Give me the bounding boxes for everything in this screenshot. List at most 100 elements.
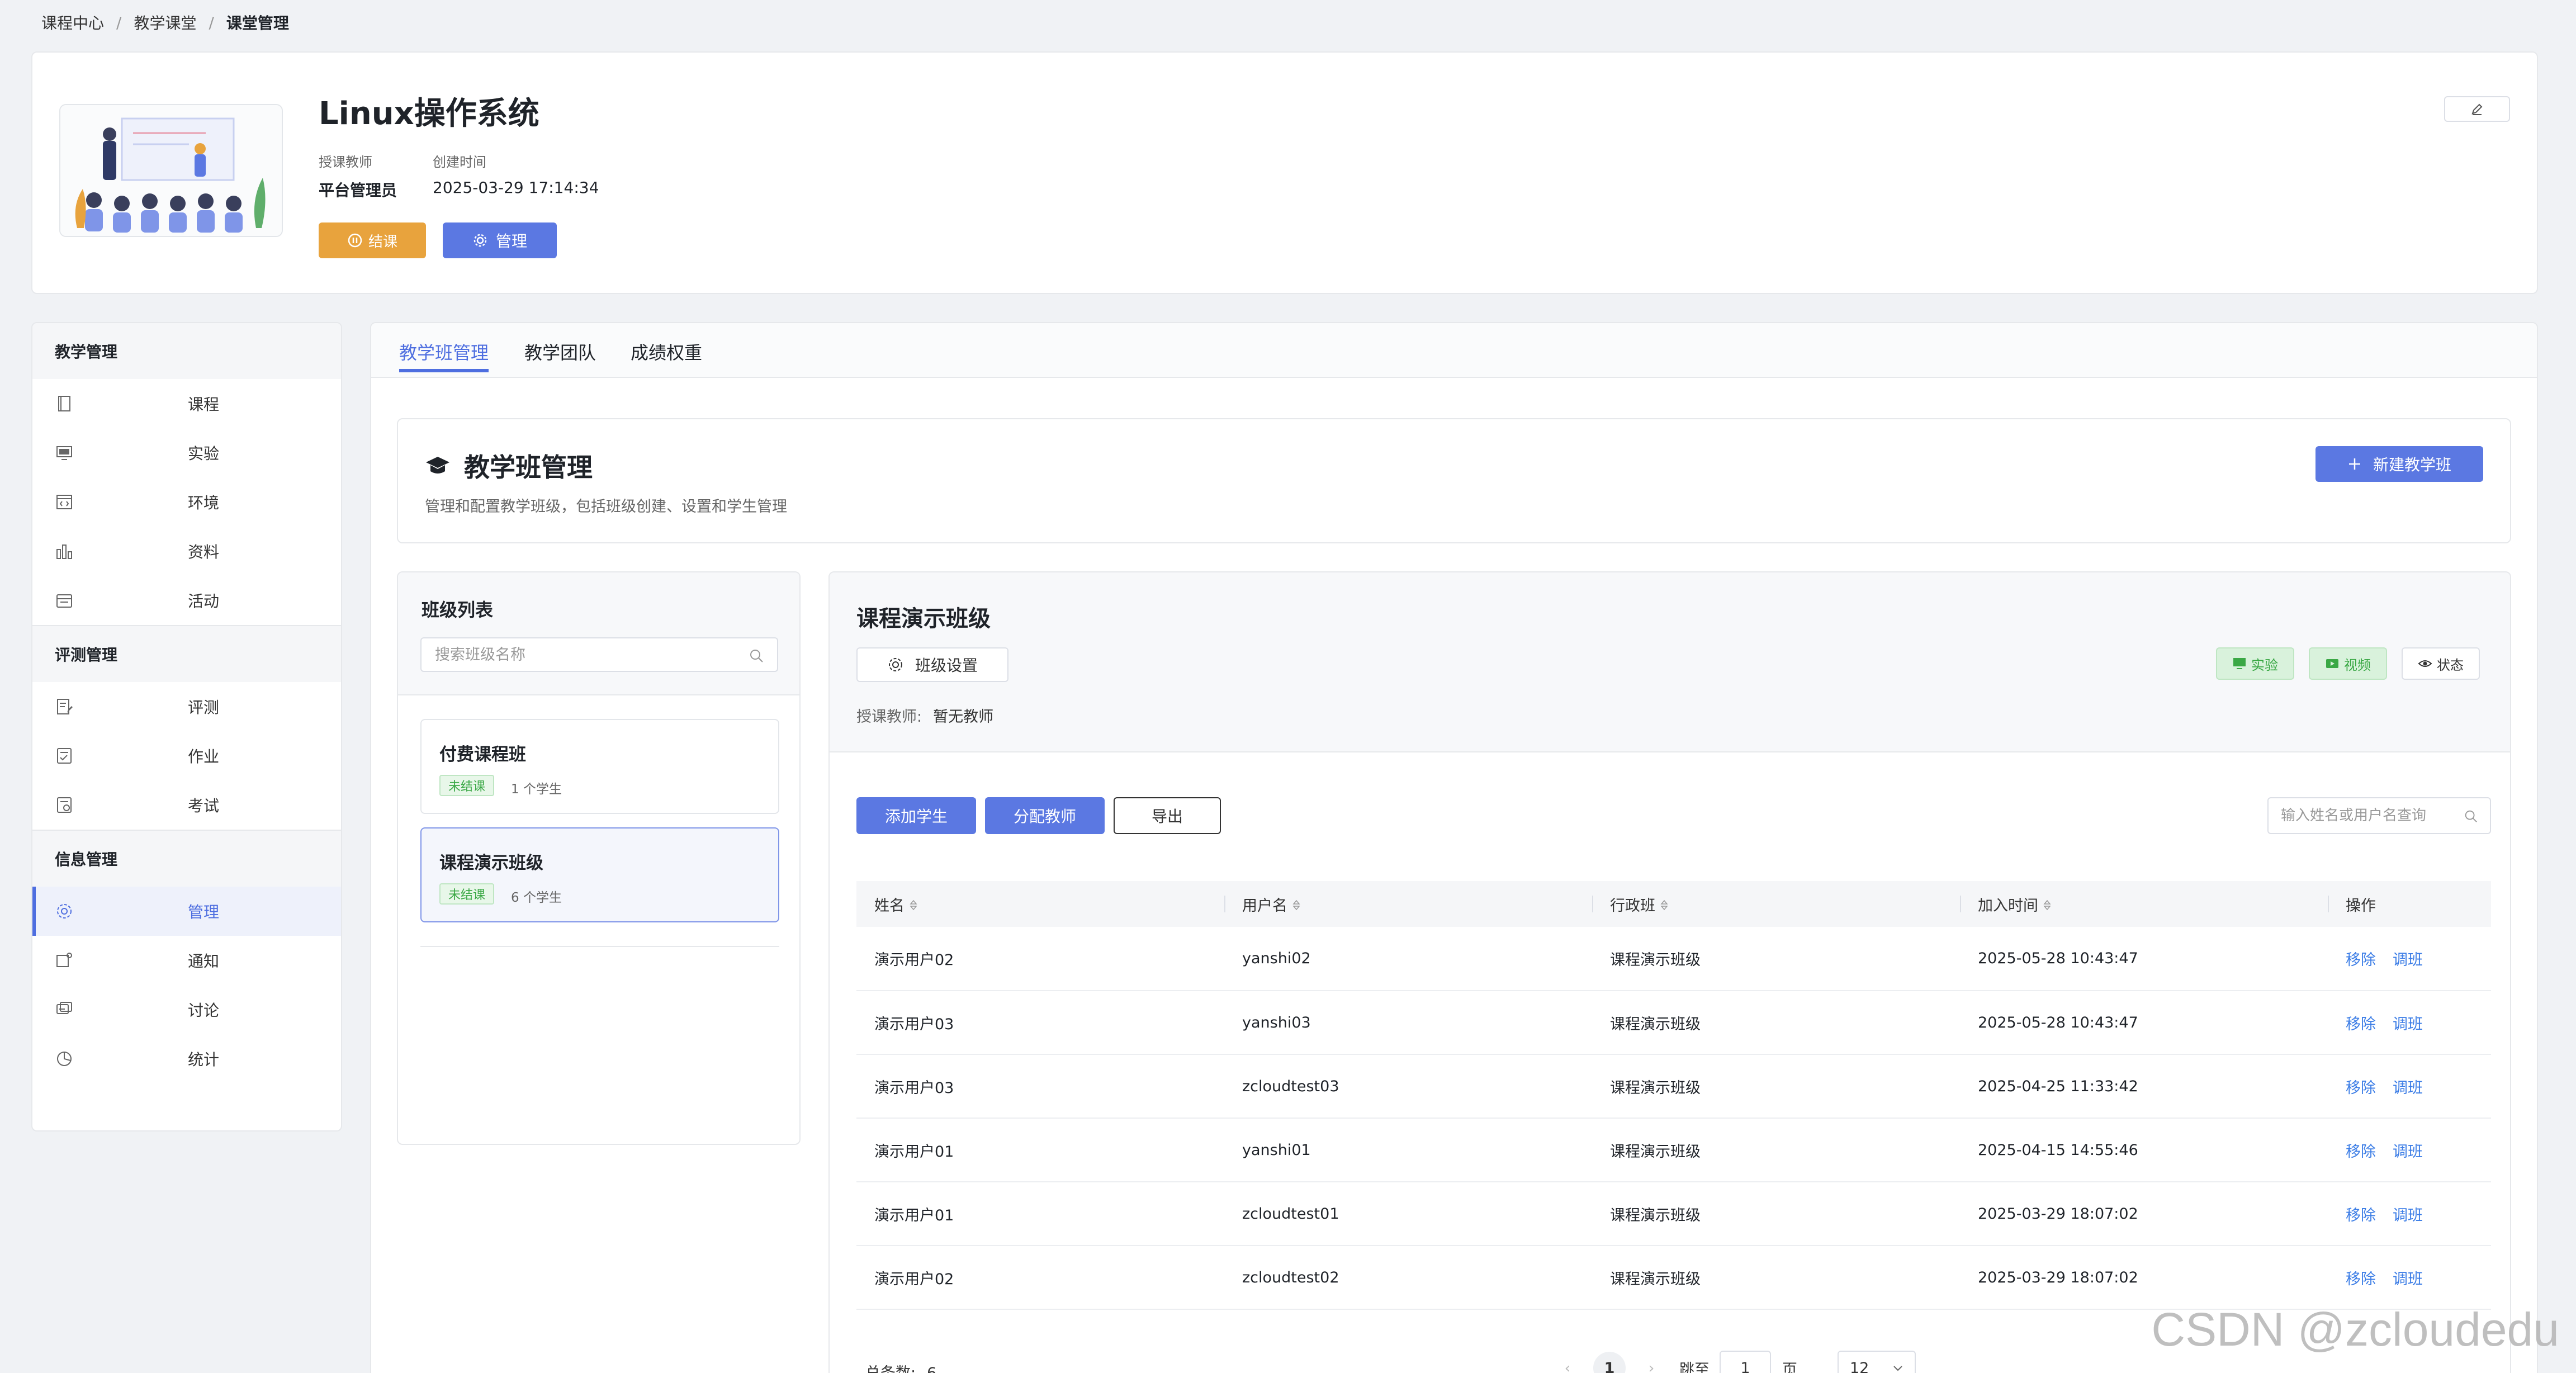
class-search-input[interactable] xyxy=(435,646,737,664)
class-list-item[interactable]: 付费课程班 未结课 1 个学生 xyxy=(420,719,779,814)
transfer-link[interactable]: 调班 xyxy=(2393,1143,2423,1161)
sidebar-item-manage[interactable]: 管理 xyxy=(32,887,341,936)
transfer-link[interactable]: 调班 xyxy=(2393,1271,2423,1288)
cell-join-time: 2025-03-29 18:07:02 xyxy=(1960,1182,2328,1246)
search-icon[interactable] xyxy=(748,647,765,664)
sidebar-item-label: 评测 xyxy=(188,698,220,717)
class-settings-button[interactable]: 班级设置 xyxy=(856,647,1008,682)
add-student-button[interactable]: 添加学生 xyxy=(856,797,976,834)
end-course-label: 结课 xyxy=(368,233,397,250)
new-class-button[interactable]: 新建教学班 xyxy=(2315,446,2483,482)
sidebar-item-evaluation[interactable]: 评测 xyxy=(32,682,341,731)
list-divider xyxy=(420,946,779,947)
experiment-toggle[interactable]: 实验 xyxy=(2216,647,2294,680)
page-number-current[interactable]: 1 xyxy=(1593,1352,1626,1373)
gear-icon xyxy=(888,658,902,671)
sidebar-item-experiment[interactable]: 实验 xyxy=(32,428,341,477)
sidebar-item-exam[interactable]: 考试 xyxy=(32,780,341,830)
cell-actions: 移除 调班 xyxy=(2328,1118,2491,1182)
tab-grade-weight[interactable]: 成绩权重 xyxy=(631,339,702,364)
sort-icon[interactable] xyxy=(2043,898,2052,915)
transfer-link[interactable]: 调班 xyxy=(2393,1207,2423,1224)
sidebar-item-course[interactable]: 课程 xyxy=(32,379,341,428)
jump-page-input[interactable]: 1 xyxy=(1720,1351,1771,1373)
pagination: ‹ 1 › 跳至 1 页 12 xyxy=(1556,1348,1916,1373)
sidebar-item-materials[interactable]: 资料 xyxy=(32,527,341,576)
transfer-link[interactable]: 调班 xyxy=(2393,951,2423,969)
cell-join-time: 2025-03-29 18:07:02 xyxy=(1960,1246,2328,1310)
notification-icon xyxy=(56,953,72,967)
class-name: 付费课程班 xyxy=(439,745,526,765)
sort-icon[interactable] xyxy=(1292,898,1301,915)
table-header-row: 姓名 用户名 行政班 加入时间 操作 xyxy=(856,881,2491,927)
edit-course-button[interactable] xyxy=(2444,96,2510,122)
book-icon xyxy=(58,396,70,411)
sidebar-item-environment[interactable]: 环境 xyxy=(32,477,341,527)
exam-icon xyxy=(57,797,72,813)
sort-icon[interactable] xyxy=(1660,898,1669,915)
remove-link[interactable]: 移除 xyxy=(2346,1207,2376,1224)
sidebar: 教学管理 课程 实验 环境 资料 活动 评测管理 评测 作业 考试 信息管理 管… xyxy=(31,322,342,1131)
created-label: 创建时间 xyxy=(433,154,486,170)
next-page-icon[interactable]: › xyxy=(1640,1357,1663,1373)
sidebar-group-evaluation: 评测管理 xyxy=(32,626,341,682)
student-search-input[interactable] xyxy=(2281,807,2460,824)
remove-link[interactable]: 移除 xyxy=(2346,1016,2376,1033)
breadcrumb-current: 课堂管理 xyxy=(226,14,289,32)
remove-link[interactable]: 移除 xyxy=(2346,1143,2376,1161)
breadcrumb-teaching-class[interactable]: 教学课堂 xyxy=(134,11,196,34)
tab-class-management[interactable]: 教学班管理 xyxy=(399,339,489,372)
chat-icon xyxy=(56,1002,72,1014)
prev-page-icon[interactable]: ‹ xyxy=(1556,1357,1579,1373)
intro-description: 管理和配置教学班级，包括班级创建、设置和学生管理 xyxy=(425,498,787,515)
class-teacher-info: 授课教师: 暂无教师 xyxy=(856,704,993,726)
column-header-join-time[interactable]: 加入时间 xyxy=(1960,881,2328,927)
class-name: 课程演示班级 xyxy=(439,853,543,873)
sidebar-item-activity[interactable]: 活动 xyxy=(32,576,341,625)
export-button[interactable]: 导出 xyxy=(1114,797,1221,834)
remove-link[interactable]: 移除 xyxy=(2346,1271,2376,1288)
cell-name: 演示用户02 xyxy=(856,927,1224,991)
sidebar-item-statistics[interactable]: 统计 xyxy=(32,1034,341,1083)
column-header-username[interactable]: 用户名 xyxy=(1224,881,1592,927)
video-toggle[interactable]: 视频 xyxy=(2309,647,2387,680)
breadcrumb-course-center[interactable]: 课程中心 xyxy=(41,11,104,34)
sidebar-item-discussion[interactable]: 讨论 xyxy=(32,985,341,1034)
pagination-total: 总条数: 6 xyxy=(865,1361,936,1373)
assign-teacher-button[interactable]: 分配教师 xyxy=(985,797,1105,834)
edit-document-icon xyxy=(57,699,73,714)
end-course-button[interactable]: 结课 xyxy=(319,222,426,258)
column-header-admin-class[interactable]: 行政班 xyxy=(1592,881,1960,927)
course-header-card: Linux操作系统 授课教师 平台管理员 创建时间 2025-03-29 17:… xyxy=(31,51,2538,294)
status-toggle[interactable]: 状态 xyxy=(2402,647,2480,680)
class-list-item-active[interactable]: 课程演示班级 未结课 6 个学生 xyxy=(420,827,779,922)
transfer-link[interactable]: 调班 xyxy=(2393,1016,2423,1033)
video-label: 视频 xyxy=(2344,657,2371,673)
cell-join-time: 2025-04-15 14:55:46 xyxy=(1960,1118,2328,1182)
tab-teaching-team[interactable]: 教学团队 xyxy=(524,339,596,364)
cell-name: 演示用户03 xyxy=(856,991,1224,1055)
column-header-name[interactable]: 姓名 xyxy=(856,881,1224,927)
sidebar-item-homework[interactable]: 作业 xyxy=(32,731,341,780)
sidebar-item-notice[interactable]: 通知 xyxy=(32,936,341,985)
class-detail-panel: 课程演示班级 班级设置 授课教师: 暂无教师 实验 视频 状态 添加学生 分配教师 xyxy=(828,571,2511,1373)
class-detail-header: 课程演示班级 班级设置 授课教师: 暂无教师 实验 视频 状态 xyxy=(830,572,2510,752)
cell-name: 演示用户02 xyxy=(856,1246,1224,1310)
manage-course-button[interactable]: 管理 xyxy=(443,222,557,258)
page-size-select[interactable]: 12 xyxy=(1838,1351,1916,1373)
status-label: 状态 xyxy=(2437,657,2464,673)
sidebar-group-teaching: 教学管理 xyxy=(32,323,341,379)
cell-name: 演示用户03 xyxy=(856,1054,1224,1119)
student-table: 姓名 用户名 行政班 加入时间 操作 演示用户02 yanshi02 课程演示班… xyxy=(856,881,2491,1310)
search-icon[interactable] xyxy=(2463,808,2479,824)
remove-link[interactable]: 移除 xyxy=(2346,1080,2376,1097)
gear-icon xyxy=(473,234,487,247)
main-panel: 教学班管理 教学团队 成绩权重 教学班管理 管理和配置教学班级，包括班级创建、设… xyxy=(370,322,2538,1373)
sort-icon[interactable] xyxy=(909,898,918,915)
transfer-link[interactable]: 调班 xyxy=(2393,1080,2423,1097)
calendar-icon xyxy=(56,594,72,608)
cell-actions: 移除 调班 xyxy=(2328,1246,2491,1310)
breadcrumb: 课程中心 / 教学课堂 / 课堂管理 xyxy=(41,11,289,34)
cell-actions: 移除 调班 xyxy=(2328,991,2491,1055)
remove-link[interactable]: 移除 xyxy=(2346,951,2376,969)
